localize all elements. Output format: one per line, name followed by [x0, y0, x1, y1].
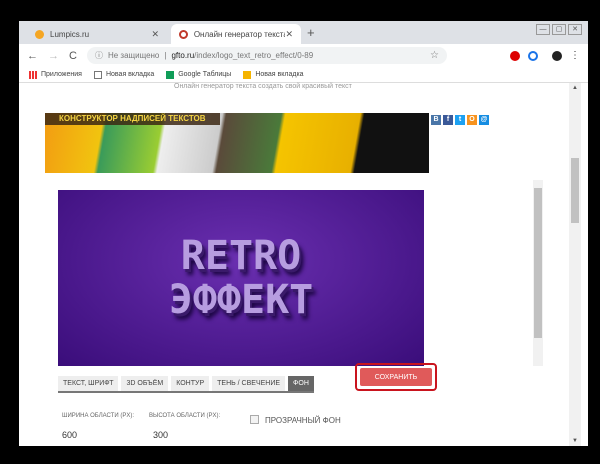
tab-background[interactable]: ФОН	[288, 376, 314, 391]
reload-icon[interactable]: C	[69, 50, 77, 62]
page-content: Онлайн генератор текста создать свой кра…	[19, 83, 588, 446]
tab-shadow-glow[interactable]: ТЕНЬ / СВЕЧЕНИЕ	[212, 376, 286, 391]
share-buttons: В f t О @	[431, 115, 489, 125]
tab-gfto[interactable]: Онлайн генератор текста созд✕	[171, 24, 301, 44]
preview-line-2: ЭФФЕКТ	[168, 277, 314, 323]
text-constructor-banner[interactable]: КОНСТРУКТОР НАДПИСЕЙ ТЕКСТОВ	[45, 113, 429, 173]
page-intro-text: Онлайн генератор текста создать свой кра…	[174, 83, 352, 90]
tab-strip: Lumpics.ru ✕ Онлайн генератор текста созд…	[19, 21, 588, 44]
settings-tabs: ТЕКСТ, ШРИФТ 3D ОБЪЁМ КОНТУР ТЕНЬ / СВЕЧ…	[58, 376, 314, 393]
save-button[interactable]: СОХРАНИТЬ	[360, 368, 432, 386]
vpn-extension-icon[interactable]	[528, 50, 538, 61]
bookmark-new-tab[interactable]: Новая вкладка	[93, 70, 154, 79]
height-input[interactable]: 300	[153, 430, 168, 440]
save-highlight: СОХРАНИТЬ	[355, 363, 437, 391]
menu-icon[interactable]: ⋮	[570, 50, 580, 61]
image-icon	[243, 70, 252, 79]
bookmarks-bar: Приложения Новая вкладка Google Таблицы …	[19, 67, 588, 83]
address-bar[interactable]: ⓘ Не защищено | gfto.ru/index/logo_text_r…	[86, 47, 447, 64]
tab-title: Lumpics.ru	[50, 29, 90, 39]
url-host: gfto.ru	[171, 51, 195, 60]
maximize-button[interactable]: ▢	[552, 24, 566, 35]
back-icon[interactable]: ←	[27, 50, 38, 62]
gfto-favicon-icon	[179, 29, 188, 39]
tab-3d[interactable]: 3D ОБЪЁМ	[121, 376, 169, 391]
minimize-button[interactable]: —	[536, 24, 550, 35]
page-icon	[93, 70, 102, 79]
page-scrollbar[interactable]: ▲ ▼	[569, 83, 581, 446]
text-preview-canvas: RETRO ЭФФЕКТ	[58, 190, 424, 366]
browser-window: Lumpics.ru ✕ Онлайн генератор текста созд…	[19, 21, 588, 446]
close-window-button[interactable]: ✕	[568, 24, 582, 35]
banner-title: КОНСТРУКТОР НАДПИСЕЙ ТЕКСТОВ	[45, 113, 220, 125]
mail-share-button[interactable]: @	[479, 115, 489, 125]
transparent-bg-label: ПРОЗРАЧНЫЙ ФОН	[265, 416, 341, 425]
bookmark-star-icon[interactable]: ☆	[430, 50, 439, 61]
bookmark-google-sheets[interactable]: Google Таблицы	[166, 70, 231, 79]
ok-share-button[interactable]: О	[467, 115, 477, 125]
security-status: Не защищено	[107, 51, 160, 60]
height-label: ВЫСОТА ОБЛАСТИ (PX):	[149, 413, 221, 419]
new-tab-button[interactable]: +	[307, 25, 315, 40]
bookmark-apps[interactable]: Приложения	[29, 70, 82, 79]
lumpics-favicon-icon	[35, 29, 44, 39]
vk-share-button[interactable]: В	[431, 115, 441, 125]
tab-lumpics[interactable]: Lumpics.ru ✕	[27, 24, 167, 44]
bookmark-new-tab-2[interactable]: Новая вкладка	[243, 70, 304, 79]
width-label: ШИРИНА ОБЛАСТИ (PX):	[62, 413, 134, 419]
inner-scrollbar[interactable]	[533, 180, 543, 366]
tab-title: Онлайн генератор текста созд	[193, 29, 286, 39]
sheets-icon	[166, 70, 175, 79]
preview-line-1: RETRO	[180, 233, 302, 279]
url-path: /index/logo_text_retro_effect/0-89	[194, 51, 314, 60]
facebook-share-button[interactable]: f	[443, 115, 453, 125]
width-input[interactable]: 600	[62, 430, 77, 440]
transparent-bg-checkbox[interactable]	[250, 415, 259, 424]
tab-outline[interactable]: КОНТУР	[171, 376, 210, 391]
toolbar: ← → C ⓘ Не защищено | gfto.ru/index/logo_…	[19, 44, 588, 67]
info-icon[interactable]: ⓘ	[95, 50, 103, 61]
close-tab-icon[interactable]: ✕	[285, 29, 293, 40]
close-tab-icon[interactable]: ✕	[151, 29, 159, 40]
twitter-share-button[interactable]: t	[455, 115, 465, 125]
apps-icon	[29, 70, 37, 79]
avatar[interactable]	[552, 50, 562, 61]
forward-icon[interactable]: →	[48, 50, 59, 62]
opera-extension-icon[interactable]	[510, 50, 520, 61]
tab-text-font[interactable]: ТЕКСТ, ШРИФТ	[58, 376, 119, 391]
